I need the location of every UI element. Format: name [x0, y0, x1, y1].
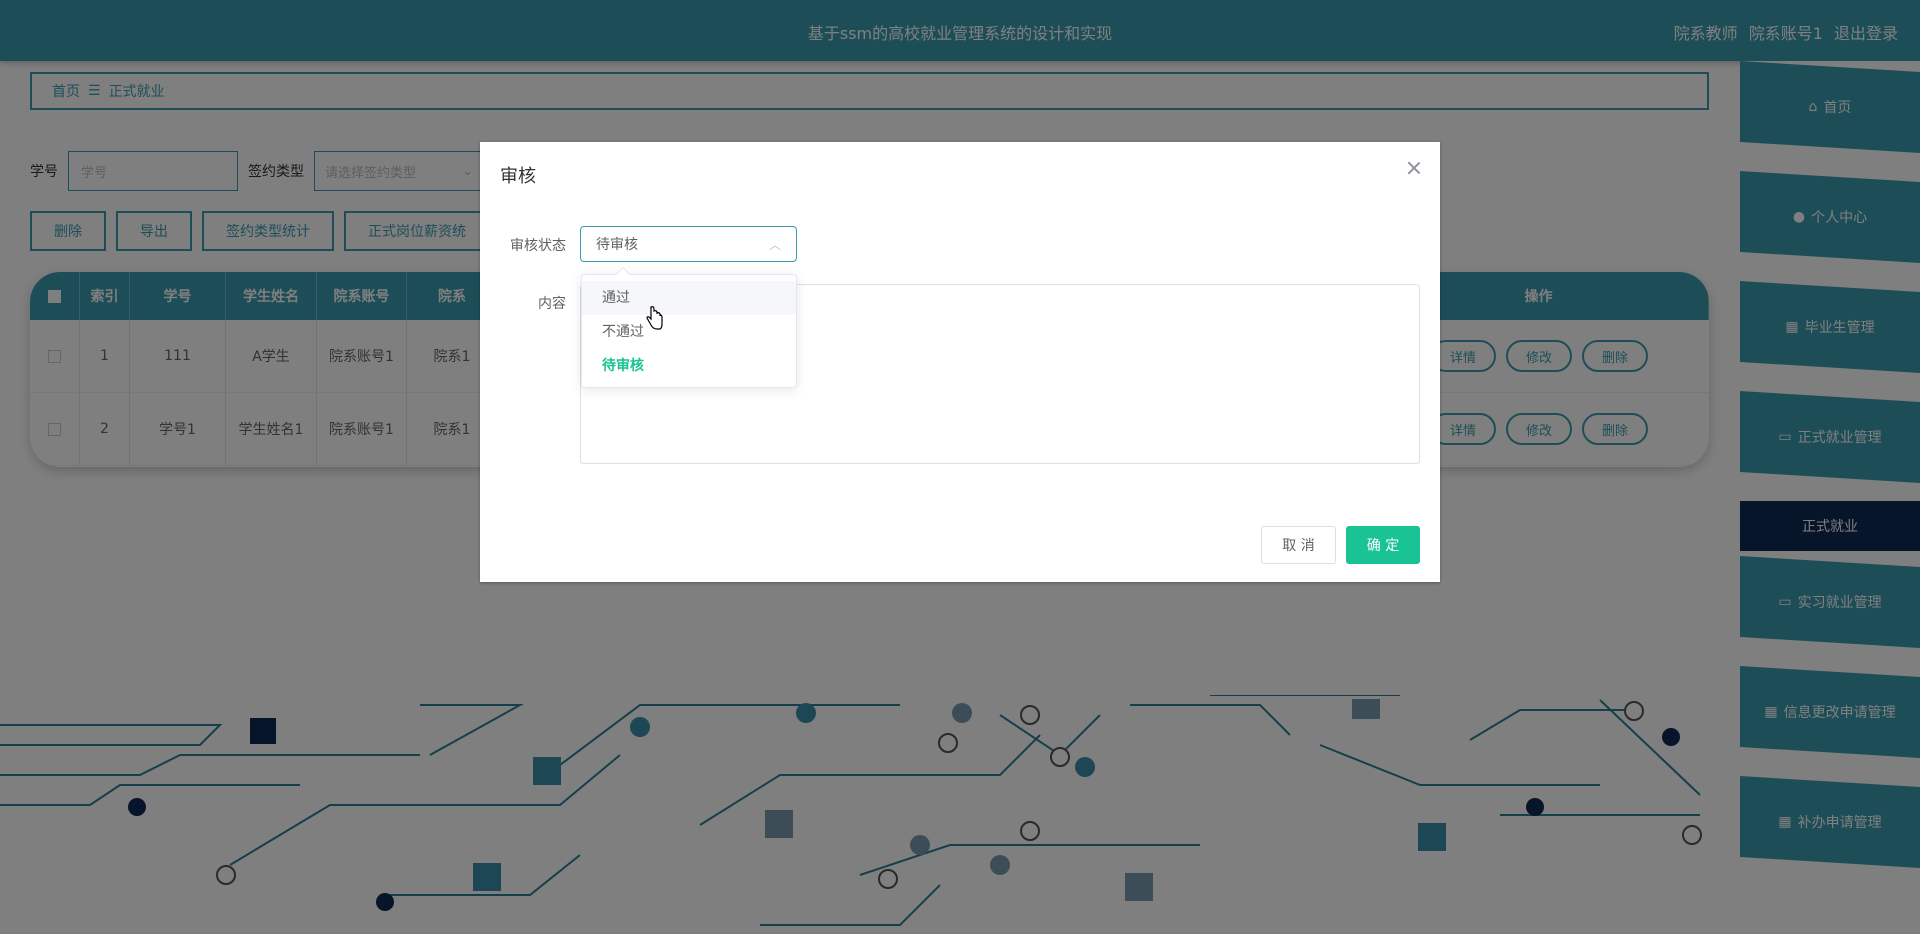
status-select[interactable]: 待审核 ︿	[580, 226, 797, 262]
content-label: 内容	[538, 296, 566, 312]
option-pending[interactable]: 待审核	[582, 349, 796, 383]
cancel-button[interactable]: 取 消	[1261, 526, 1336, 564]
hand-pointer-icon	[646, 306, 663, 330]
status-select-value: 待审核	[596, 237, 638, 253]
option-approve[interactable]: 通过	[582, 281, 796, 315]
status-label: 审核状态	[510, 238, 566, 254]
option-reject[interactable]: 不通过	[582, 315, 796, 349]
confirm-button[interactable]: 确 定	[1346, 526, 1420, 564]
chevron-up-icon: ︿	[768, 237, 781, 252]
status-dropdown: 通过 不通过 待审核	[581, 266, 797, 388]
dialog-title: 审核	[500, 166, 536, 187]
close-icon[interactable]	[1406, 160, 1422, 176]
